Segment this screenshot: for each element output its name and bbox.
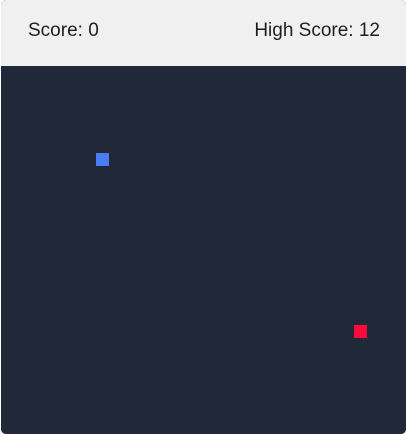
food-item [354, 325, 367, 338]
snake-game-window: Score: 0 High Score: 12 [1, 0, 406, 434]
high-score: High Score: 12 [254, 20, 380, 41]
game-board[interactable] [1, 66, 406, 434]
current-score: Score: 0 [28, 20, 99, 41]
score-bar: Score: 0 High Score: 12 [1, 0, 406, 66]
snake-segment [96, 153, 109, 166]
